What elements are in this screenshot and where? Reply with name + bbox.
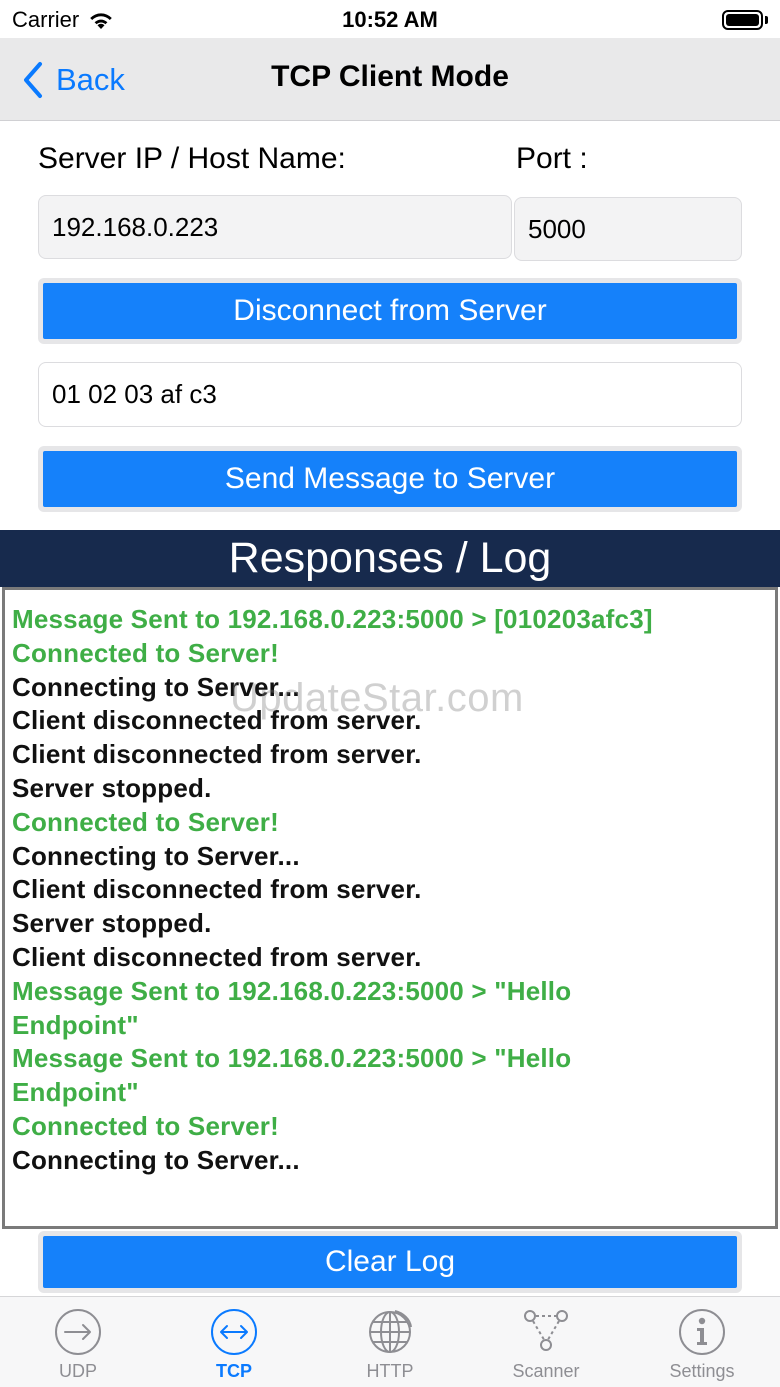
log-line: Server stopped.	[12, 908, 212, 939]
tab-settings-label: Settings	[669, 1361, 735, 1381]
log-view[interactable]: Message Sent to 192.168.0.223:5000 > [01…	[2, 587, 778, 1229]
tab-scanner-label: Scanner	[512, 1361, 580, 1381]
log-line: Client disconnected from server.	[12, 739, 422, 770]
log-line: Endpoint"	[12, 1077, 139, 1108]
log-line: Client disconnected from server.	[12, 874, 422, 905]
server-ip-label: Server IP / Host Name:	[38, 142, 346, 175]
log-line: Client disconnected from server.	[12, 941, 422, 972]
message-input[interactable]: 01 02 03 af c3	[38, 362, 742, 427]
tab-http[interactable]: HTTP	[312, 1297, 468, 1387]
log-line: Connecting to Server...	[12, 671, 300, 702]
log-line: Connected to Server!	[12, 1110, 279, 1141]
log-line: Connecting to Server...	[12, 840, 300, 871]
send-message-button[interactable]: Send Message to Server	[43, 451, 737, 507]
tab-scanner[interactable]: Scanner	[468, 1297, 624, 1387]
tab-http-label: HTTP	[366, 1361, 414, 1381]
tab-udp[interactable]: UDP	[0, 1297, 156, 1387]
navigation-bar: Back TCP Client Mode	[0, 38, 780, 121]
clock: 10:52 AM	[342, 7, 438, 32]
log-line: Connecting to Server...	[12, 1144, 300, 1175]
log-line: Message Sent to 192.168.0.223:5000 > "He…	[12, 1043, 572, 1074]
server-ip-input[interactable]: 192.168.0.223	[38, 195, 512, 259]
tab-tcp-label: TCP	[216, 1361, 252, 1381]
log-line: Endpoint"	[12, 1009, 139, 1040]
log-line: Server stopped.	[12, 772, 212, 803]
network-nodes-icon	[524, 1310, 568, 1351]
port-input[interactable]: 5000	[514, 197, 742, 261]
log-line: Message Sent to 192.168.0.223:5000 > [01…	[12, 604, 653, 634]
log-line: Message Sent to 192.168.0.223:5000 > "He…	[12, 975, 572, 1006]
status-bar: Carrier 10:52 AM	[0, 0, 780, 38]
disconnect-button[interactable]: Disconnect from Server	[43, 283, 737, 339]
send-button-container: Send Message to Server	[38, 446, 742, 512]
tab-udp-label: UDP	[58, 1361, 97, 1381]
page-title: TCP Client Mode	[271, 60, 509, 93]
log-line: Connected to Server!	[12, 637, 279, 668]
port-label: Port :	[516, 142, 588, 175]
tab-tcp[interactable]: TCP	[156, 1297, 312, 1387]
arrow-right-circle-icon	[55, 1309, 101, 1355]
log-line: Client disconnected from server.	[12, 705, 422, 736]
log-line: Connected to Server!	[12, 806, 279, 837]
disconnect-button-container: Disconnect from Server	[38, 278, 742, 344]
tab-settings[interactable]: Settings	[624, 1297, 780, 1387]
log-title: Responses / Log	[0, 530, 780, 587]
tab-bar: UDP TCP HTTP Scanner Settings	[0, 1296, 780, 1387]
arrows-left-right-circle-icon	[211, 1309, 257, 1355]
globe-icon	[369, 1310, 412, 1353]
info-circle-icon	[679, 1309, 725, 1355]
clear-log-button[interactable]: Clear Log	[43, 1236, 737, 1288]
clear-log-button-container: Clear Log	[38, 1231, 742, 1293]
battery-icon	[722, 10, 768, 30]
